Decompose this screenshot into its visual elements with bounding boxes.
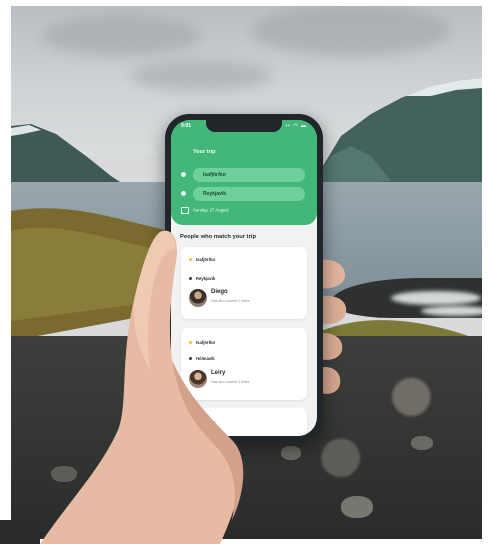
hand-front bbox=[0, 230, 244, 544]
